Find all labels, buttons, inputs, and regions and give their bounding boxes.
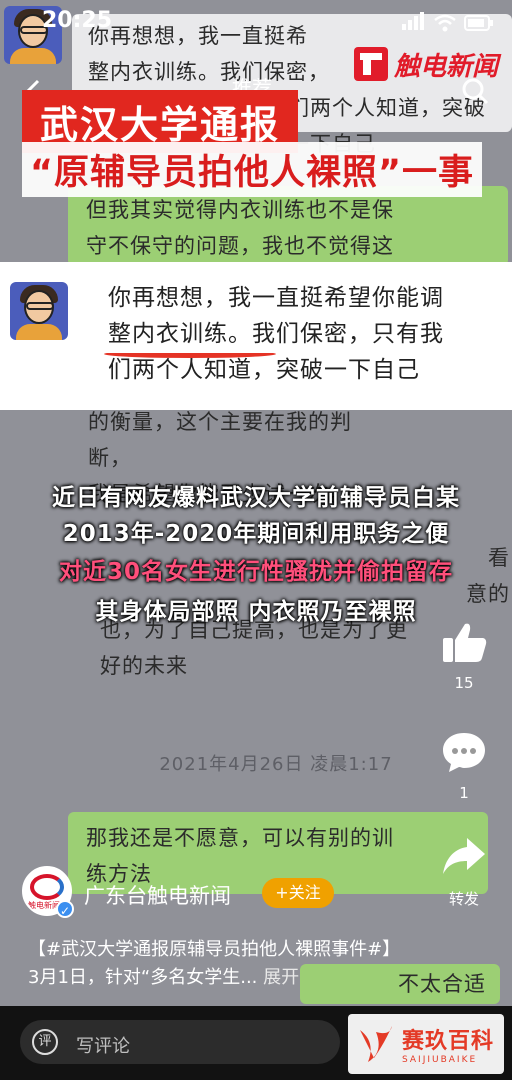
video-description[interactable]: 【#武汉大学通报原辅导员拍他人裸照事件#】3月1日，针对“多名女学生... 展开 [28,936,408,992]
author-logo-icon [30,874,64,900]
comment-placeholder: 写评论 [76,1036,130,1057]
author-name[interactable]: 广东台触电新闻 [84,880,231,910]
chat-bubble-green: 但我其实觉得内衣训练也不是保 守不保守的问题，我也不觉得这 [68,186,508,266]
comment-icon: 评 [32,1029,58,1055]
chat-line: 的衡量，这个主要在我的判断， [88,410,352,470]
quote-avatar [10,282,68,340]
like-button[interactable]: 15 [434,620,494,692]
expand-link[interactable]: 展开 [263,967,299,988]
share-arrow-icon [443,838,485,874]
chat-line: 但我其实觉得内衣训练也不是保 [86,198,394,222]
status-time: 20:25 [42,8,113,33]
chat-bubble-middle: 的衡量，这个主要在我的判断， 我是希望你能至少试一次。 [72,404,372,506]
watermark-logo-icon [360,1026,392,1062]
status-icons [402,12,494,34]
share-label: 转发 [448,890,479,908]
wifi-icon [434,14,456,32]
verified-badge-icon: ✓ [56,900,74,918]
share-button[interactable]: 转发 [434,834,494,909]
signal-icon [402,12,426,34]
status-bar: 20:25 [0,0,512,44]
battery-icon [464,15,493,31]
comment-bubble-icon [443,733,485,772]
caption-line-highlight: 对近30名女生进行性骚扰并偷拍留存 [58,559,453,585]
chat-line: 好的未来 [100,654,188,678]
brand-name: 触电新闻 [394,51,499,82]
description-text: 【#武汉大学通报原辅导员拍他人裸照事件#】3月1日，针对“多名女学生... [28,939,401,988]
comment-input[interactable]: 评 写评论 [20,1020,340,1064]
caption-line: 近日有网友爆料武汉大学前辅导员白某 [52,485,460,511]
caption-line: 2013年-2020年期间利用职务之便 [62,521,450,547]
watermark-name: 赛玖百科 [402,1029,495,1054]
headline-subtitle: “原辅导员拍他人裸照”一事 [22,142,483,197]
thumbs-up-icon [443,623,487,662]
brand-mark-icon [354,47,388,81]
comment-count: 1 [459,784,469,802]
quote-line: 你再想想，我一直挺希望你能调 [108,285,444,311]
quote-text: 你再想想，我一直挺希望你能调 整内衣训练。我们保密，只有我 们两个人知道，突破一… [108,280,444,388]
underline-mark [104,350,276,358]
chat-line: 那我还是不愿意，可以有别的训 [86,826,394,850]
follow-button[interactable]: +关注 [262,878,334,908]
chat-line: 守不保守的问题，我也不觉得这 [86,234,394,258]
like-count: 15 [454,674,474,692]
brand-logo: 触电新闻 [354,40,504,88]
watermark: 赛玖百科 SAIJIUBAIKE [348,1014,504,1074]
quote-line: 整内衣训练。我们保密，只有我 [108,321,444,347]
comment-button[interactable]: 1 [434,730,494,802]
watermark-name-en: SAIJIUBAIKE [402,1055,478,1065]
quote-panel: 你再想想，我一直挺希望你能调 整内衣训练。我们保密，只有我 们两个人知道，突破一… [0,262,512,410]
